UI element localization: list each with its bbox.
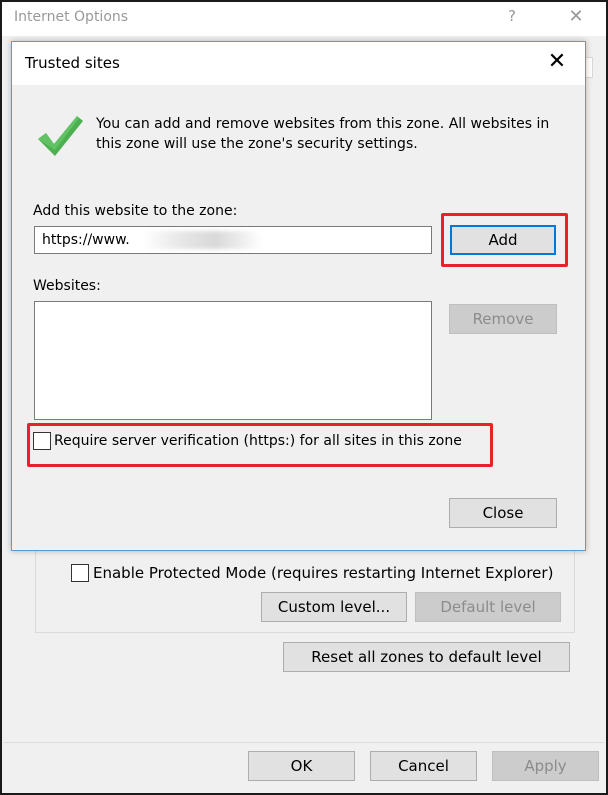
redacted-url-mask [143,231,263,249]
ok-button[interactable]: OK [248,751,355,781]
default-level-button[interactable]: Default level [415,592,561,622]
checkmark-icon [38,116,83,156]
close-button[interactable]: Close [449,498,557,528]
trusted-sites-dialog: Trusted sites ✕ You can add and remove w… [11,41,586,551]
cancel-button[interactable]: Cancel [370,751,477,781]
remove-button[interactable]: Remove [449,304,557,334]
protected-mode-label: Enable Protected Mode (requires restarti… [93,564,554,582]
websites-label: Websites: [33,278,101,294]
help-icon[interactable]: ? [504,7,520,25]
add-button-highlight [441,213,568,267]
add-website-label: Add this website to the zone: [33,203,238,219]
custom-level-button[interactable]: Custom level... [261,592,407,622]
reset-all-zones-button[interactable]: Reset all zones to default level [283,642,570,672]
https-checkbox-highlight [27,423,493,467]
intro-text: You can add and remove websites from thi… [96,116,550,152]
dialog-close-icon[interactable]: ✕ [542,48,572,78]
dialog-title: Trusted sites [25,54,120,72]
apply-button[interactable]: Apply [492,751,599,781]
parent-titlebar: Internet Options ? ✕ [2,2,606,36]
protected-mode-checkbox[interactable] [71,564,89,582]
parent-close-icon[interactable]: ✕ [564,6,588,27]
protected-mode-row[interactable]: Enable Protected Mode (requires restarti… [71,564,553,582]
parent-window-title: Internet Options [14,9,129,25]
websites-list[interactable] [34,301,432,420]
dialog-titlebar: Trusted sites ✕ [12,42,585,85]
